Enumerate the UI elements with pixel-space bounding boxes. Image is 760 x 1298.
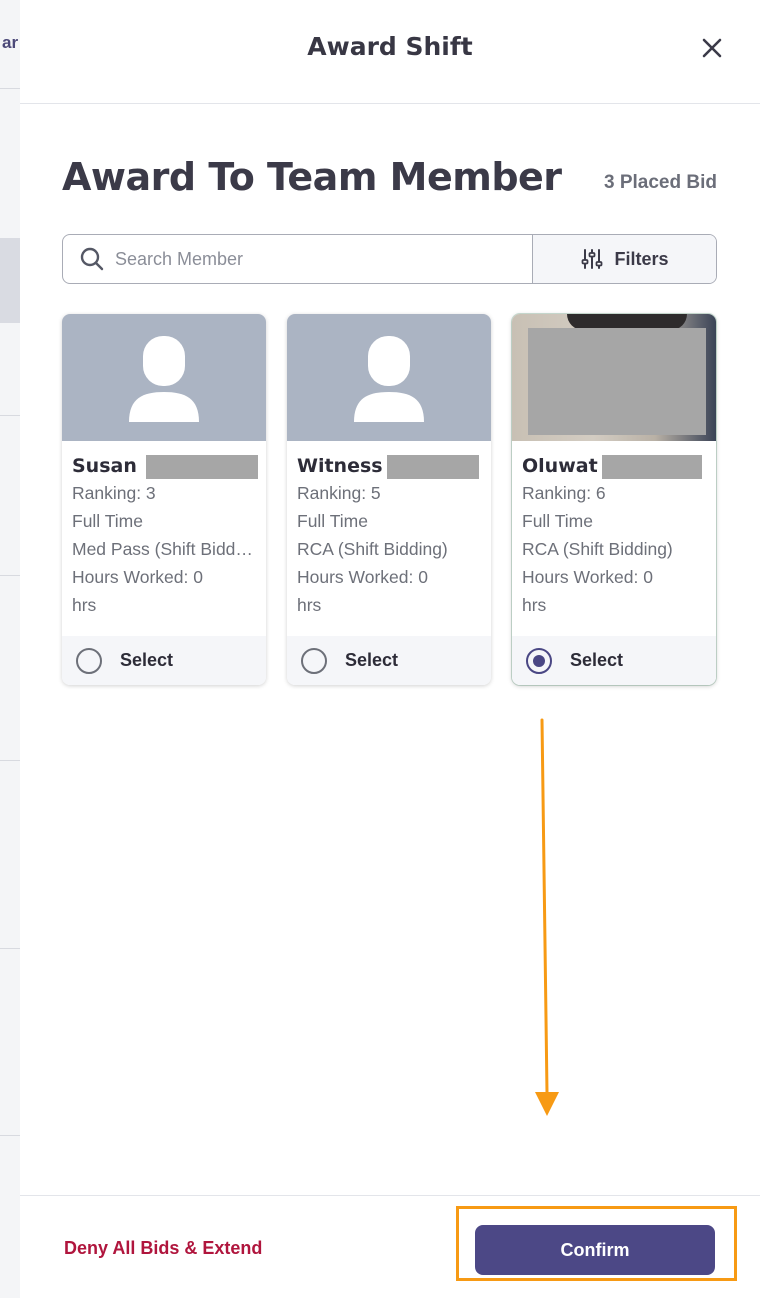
select-radio[interactable] — [301, 647, 327, 674]
member-name-text: Oluwat — [522, 455, 598, 477]
divider — [0, 575, 20, 576]
member-hours-unit: hrs — [297, 595, 322, 615]
divider — [0, 88, 20, 89]
search-icon — [80, 247, 104, 271]
background-page: ar — [0, 0, 20, 1298]
redacted-surname — [146, 455, 258, 479]
award-shift-modal: Award Shift Award To Team Member 3 Place… — [20, 0, 760, 1298]
user-icon — [129, 336, 199, 422]
select-label: Select — [570, 650, 624, 670]
search-bar: Filters — [62, 234, 717, 284]
member-name-text: Witness — [297, 455, 383, 477]
filters-label: Filters — [614, 248, 669, 269]
user-icon — [354, 336, 424, 422]
select-control[interactable]: Select — [512, 636, 716, 685]
modal-title: Award Shift — [307, 32, 473, 61]
select-control[interactable]: Select — [62, 636, 266, 685]
member-hours: Hours Worked: 0 — [297, 567, 428, 587]
divider — [0, 415, 20, 416]
member-info: Oluwat Ranking: 6 Full Time RCA (Shift B… — [512, 441, 716, 633]
annotation-arrow-down-icon — [535, 718, 559, 1116]
placed-bid-count: 3 Placed Bid — [604, 172, 717, 193]
member-employment: Full Time — [72, 511, 143, 531]
member-info: Witness Ranking: 5 Full Time RCA (Shift … — [287, 441, 491, 633]
member-info: Susan Ranking: 3 Full Time Med Pass (Shi… — [62, 441, 266, 633]
avatar-placeholder — [287, 314, 491, 441]
search-box — [63, 235, 533, 283]
member-cards: Susan Ranking: 3 Full Time Med Pass (Shi… — [62, 314, 722, 686]
member-position: RCA (Shift Bidding) — [297, 539, 448, 559]
member-employment: Full Time — [522, 511, 593, 531]
member-card[interactable]: Susan Ranking: 3 Full Time Med Pass (Shi… — [62, 314, 266, 685]
select-control[interactable]: Select — [287, 636, 491, 685]
member-hours: Hours Worked: 0 — [522, 567, 653, 587]
member-position: RCA (Shift Bidding) — [522, 539, 673, 559]
member-ranking: Ranking: 3 — [72, 483, 156, 503]
select-radio[interactable] — [76, 647, 102, 674]
member-name: Oluwat — [522, 453, 706, 479]
member-ranking: Ranking: 5 — [297, 483, 381, 503]
divider — [0, 948, 20, 949]
member-position: Med Pass (Shift Bidding) — [72, 539, 256, 559]
select-label: Select — [120, 650, 174, 670]
close-button[interactable] — [696, 32, 728, 64]
modal-footer: Deny All Bids & Extend Confirm — [20, 1195, 760, 1298]
avatar-photo — [512, 314, 716, 441]
member-name: Witness — [297, 453, 481, 479]
avatar-placeholder — [62, 314, 266, 441]
filters-icon — [582, 249, 603, 269]
member-name-text: Susan — [72, 455, 137, 477]
redacted-surname — [602, 455, 702, 479]
deny-all-bids-button[interactable]: Deny All Bids & Extend — [64, 1238, 262, 1259]
confirm-button[interactable]: Confirm — [475, 1225, 715, 1275]
member-ranking: Ranking: 6 — [522, 483, 606, 503]
member-hours-unit: hrs — [522, 595, 547, 615]
member-card[interactable]: Witness Ranking: 5 Full Time RCA (Shift … — [287, 314, 491, 685]
modal-header: Award Shift — [20, 0, 760, 104]
section-title: Award To Team Member — [62, 155, 562, 199]
member-employment: Full Time — [297, 511, 368, 531]
member-name: Susan — [72, 453, 258, 479]
select-radio[interactable] — [526, 647, 552, 674]
close-icon — [702, 38, 722, 58]
filters-button[interactable]: Filters — [533, 235, 716, 283]
background-block — [0, 238, 20, 323]
member-hours: Hours Worked: 0 — [72, 567, 203, 587]
divider — [0, 1135, 20, 1136]
divider — [0, 760, 20, 761]
select-label: Select — [345, 650, 399, 670]
background-page-text: ar — [2, 33, 19, 52]
redacted-surname — [387, 455, 479, 479]
search-input[interactable] — [113, 247, 517, 271]
member-card[interactable]: Oluwat Ranking: 6 Full Time RCA (Shift B… — [512, 314, 716, 685]
redacted-photo — [528, 328, 706, 435]
member-hours-unit: hrs — [72, 595, 97, 615]
